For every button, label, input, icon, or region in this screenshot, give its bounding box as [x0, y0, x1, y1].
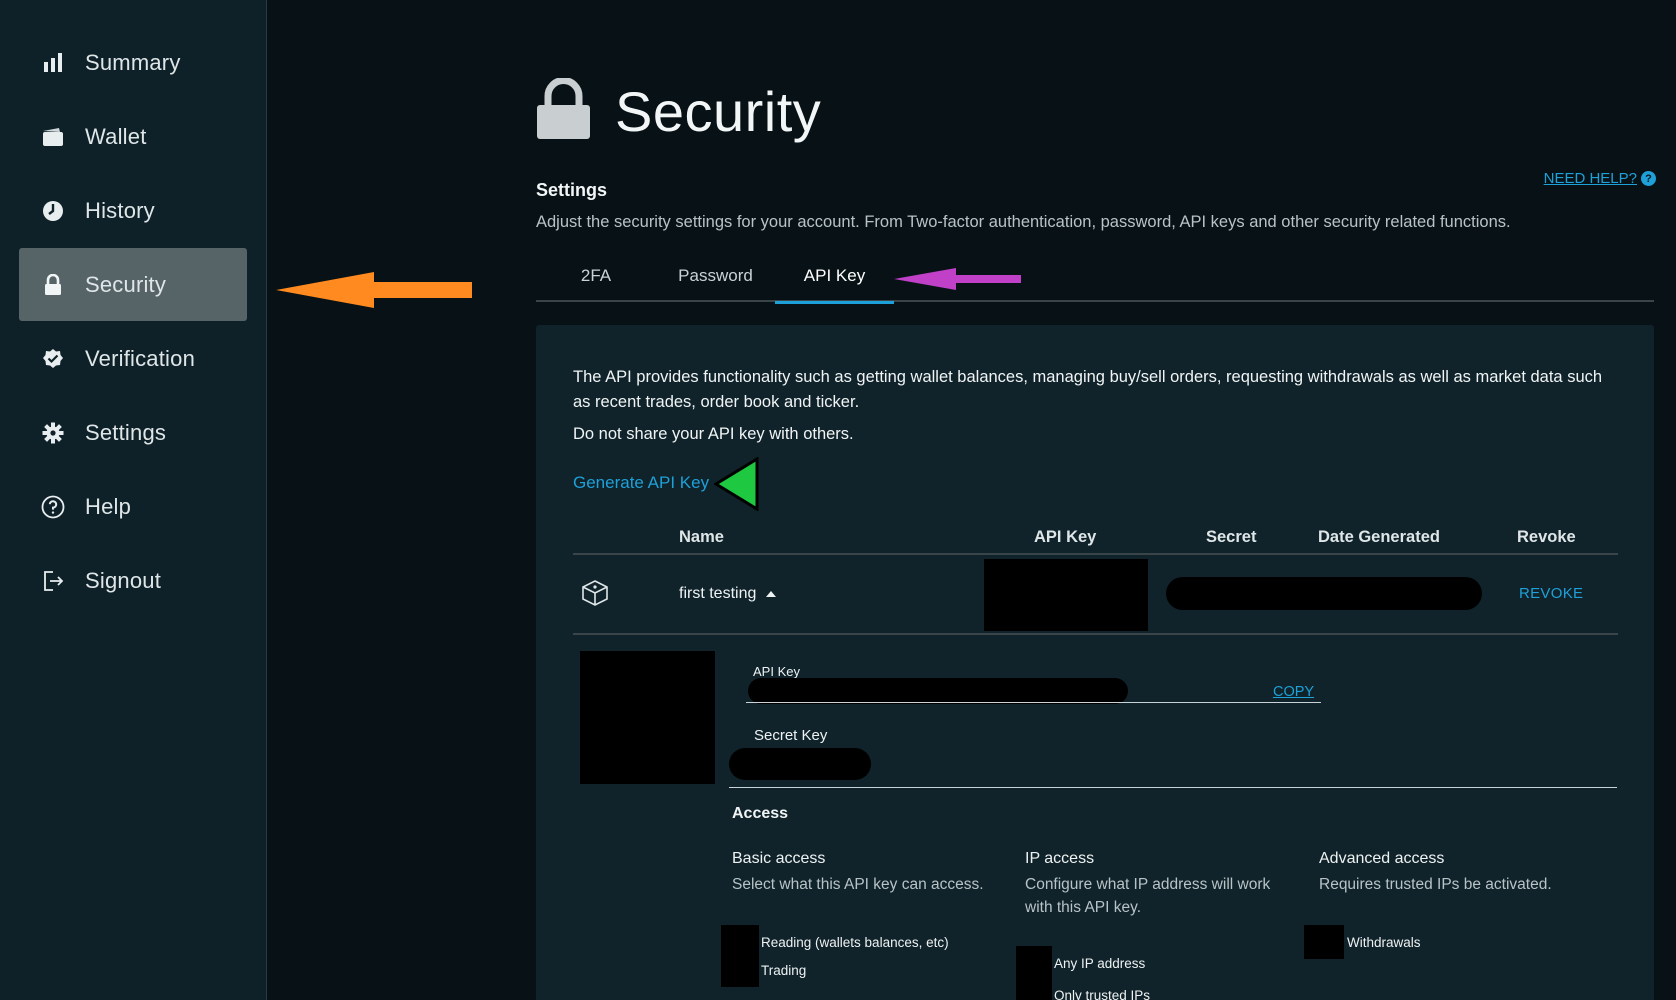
option-trusted-ips: Only trusted IPs	[1054, 988, 1151, 1000]
api-description: The API provides functionality such as g…	[573, 368, 1603, 411]
access-title: Access	[732, 805, 789, 822]
header-secret: Secret	[1206, 528, 1257, 546]
sidebar-item-label: Security	[85, 271, 167, 297]
table-row: first testing REVOKE	[573, 555, 1618, 635]
sidebar: Summary Wallet History Security Verifica…	[0, 0, 267, 1000]
sidebar-item-history[interactable]: History	[19, 174, 247, 247]
page-title: Security	[615, 80, 822, 143]
tab-2fa[interactable]: 2FA	[536, 250, 656, 302]
secret-key-label: Secret Key	[754, 727, 828, 744]
caret-up-icon[interactable]	[766, 591, 777, 597]
api-key-field-label: API Key	[753, 664, 800, 679]
wallet-icon	[41, 125, 65, 149]
copy-button[interactable]: COPY	[1273, 684, 1314, 700]
header-api-key: API Key	[1034, 528, 1097, 546]
bar-chart-icon	[41, 51, 65, 75]
redacted-secret-key-value	[729, 748, 871, 780]
tab-api-key[interactable]: API Key	[775, 250, 894, 304]
redacted-api-key	[984, 559, 1148, 631]
header-name: Name	[679, 528, 724, 546]
basic-access-checkboxes[interactable]	[721, 925, 759, 987]
sidebar-item-label: Verification	[85, 345, 196, 371]
option-trading: Trading	[761, 963, 807, 978]
api-warning: Do not share your API key with others.	[573, 425, 854, 443]
header-date-generated: Date Generated	[1318, 528, 1440, 546]
check-badge-icon	[41, 347, 65, 371]
lock-icon	[536, 77, 591, 145]
basic-access-title: Basic access	[732, 850, 826, 867]
sidebar-item-settings[interactable]: Settings	[19, 396, 247, 469]
divider	[729, 787, 1617, 788]
sidebar-item-signout[interactable]: Signout	[19, 544, 247, 617]
settings-description: Adjust the security settings for your ac…	[536, 213, 1511, 231]
sidebar-item-label: Wallet	[85, 123, 147, 149]
question-icon	[41, 495, 65, 519]
page-header: Security	[536, 77, 822, 145]
option-withdrawals: Withdrawals	[1347, 935, 1421, 950]
redacted-api-key-value	[748, 678, 1128, 704]
generate-api-key-link[interactable]: Generate API Key	[573, 473, 709, 493]
basic-access-desc: Select what this API key can access.	[732, 876, 984, 893]
annotation-arrow-orange	[276, 272, 472, 308]
sidebar-item-help[interactable]: Help	[19, 470, 247, 543]
settings-title: Settings	[536, 180, 608, 200]
need-help-label: NEED HELP?	[1543, 170, 1637, 187]
sidebar-item-label: Summary	[85, 49, 181, 75]
api-keys-table: Name API Key Secret Date Generated Revok…	[573, 520, 1618, 1000]
clock-icon	[41, 199, 65, 223]
sidebar-item-verification[interactable]: Verification	[19, 322, 247, 395]
table-header: Name API Key Secret Date Generated Revok…	[573, 520, 1618, 555]
cube-icon	[580, 578, 610, 608]
sidebar-item-label: Signout	[85, 567, 162, 593]
header-revoke: Revoke	[1517, 528, 1576, 546]
sidebar-item-label: Help	[85, 493, 132, 519]
sidebar-item-wallet[interactable]: Wallet	[19, 100, 247, 173]
ip-access-title: IP access	[1025, 850, 1095, 867]
sidebar-item-label: History	[85, 197, 155, 223]
option-any-ip: Any IP address	[1054, 956, 1146, 971]
lock-icon	[41, 273, 65, 297]
ip-access-desc: Configure what IP address will work with…	[1025, 876, 1271, 916]
ip-access-radios[interactable]	[1016, 946, 1052, 1000]
security-tabs: 2FA Password API Key	[536, 250, 1654, 304]
signout-icon	[41, 569, 65, 593]
help-circle-icon: ?	[1641, 171, 1656, 186]
sidebar-item-label: Settings	[85, 419, 167, 445]
key-name-label: first testing	[679, 585, 757, 602]
redacted-qr-code	[580, 651, 715, 784]
api-key-field[interactable]	[746, 702, 1321, 703]
gear-icon	[41, 421, 65, 445]
tab-password[interactable]: Password	[656, 250, 775, 302]
withdrawals-checkbox[interactable]	[1304, 925, 1344, 959]
sidebar-item-security[interactable]: Security	[19, 248, 247, 321]
sidebar-item-summary[interactable]: Summary	[19, 26, 247, 99]
redacted-secret	[1166, 577, 1482, 610]
revoke-button[interactable]: REVOKE	[1519, 585, 1583, 602]
advanced-access-title: Advanced access	[1319, 850, 1445, 867]
annotation-arrow-green	[714, 457, 759, 511]
annotation-arrow-purple	[894, 268, 1021, 290]
need-help-link[interactable]: NEED HELP? ?	[1544, 170, 1656, 187]
option-reading: Reading (wallets balances, etc)	[761, 935, 949, 950]
api-key-panel: The API provides functionality such as g…	[536, 325, 1654, 1000]
advanced-access-desc: Requires trusted IPs be activated.	[1319, 876, 1552, 893]
key-name: first testing	[679, 585, 777, 603]
key-detail: API Key COPY Secret Key Access Basic acc…	[573, 635, 1618, 1000]
